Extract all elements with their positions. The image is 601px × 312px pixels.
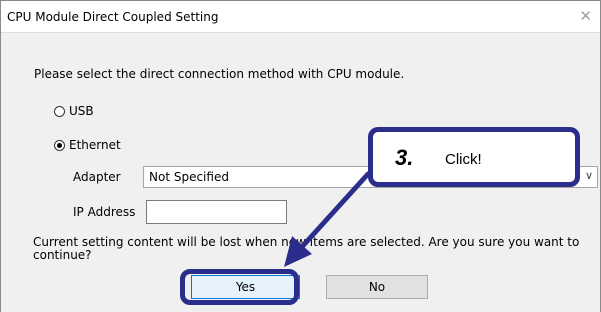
usb-radio-button[interactable] <box>54 105 65 117</box>
prompt-text: Please select the direct connection meth… <box>34 67 405 81</box>
usb-radio-option[interactable]: USB <box>54 104 94 118</box>
yes-button-highlight <box>180 269 299 305</box>
usb-radio-label: USB <box>69 104 94 118</box>
no-button[interactable]: No <box>326 275 428 299</box>
chevron-down-icon[interactable]: ∨ <box>585 169 593 182</box>
adapter-label: Adapter <box>73 170 121 184</box>
ethernet-radio-option[interactable]: Ethernet <box>54 138 121 152</box>
step-instruction: Click! <box>445 151 482 168</box>
step-number: 3. <box>395 145 414 170</box>
adapter-selected-value: Not Specified <box>149 170 229 184</box>
ip-address-label: IP Address <box>73 205 136 219</box>
window-title: CPU Module Direct Coupled Setting <box>7 10 219 24</box>
ip-address-input[interactable] <box>146 200 287 224</box>
warning-message: Current setting content will be lost whe… <box>33 235 580 262</box>
ethernet-radio-button[interactable] <box>54 139 65 151</box>
step-callout: 3. Click! <box>368 127 580 187</box>
title-bar: CPU Module Direct Coupled Setting ✕ <box>1 1 600 31</box>
close-icon[interactable]: ✕ <box>579 7 592 25</box>
ethernet-radio-label: Ethernet <box>69 138 121 152</box>
